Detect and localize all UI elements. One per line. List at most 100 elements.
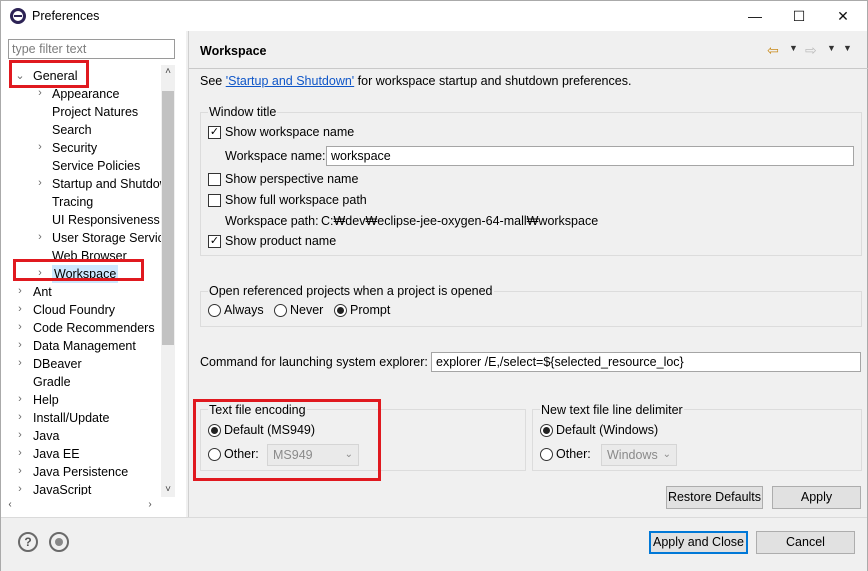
workspace-name-label: Workspace name: xyxy=(225,149,326,163)
tree-item[interactable]: Java Persistence xyxy=(33,463,128,481)
see-text: See 'Startup and Shutdown' for workspace… xyxy=(200,74,631,88)
tree-item[interactable]: Data Management xyxy=(33,337,136,355)
workspace-page: Workspace ⇦ ▼ ⇨ ▼ ▼ See 'Startup and Shu… xyxy=(188,31,868,517)
prompt-radio[interactable] xyxy=(334,304,347,317)
tree-item[interactable]: Startup and Shutdown xyxy=(52,175,161,193)
tree-item[interactable]: Search xyxy=(52,121,92,139)
forward-icon[interactable]: ⇨ xyxy=(805,42,817,59)
restore-defaults-button[interactable]: Restore Defaults xyxy=(666,486,763,509)
back-menu-icon[interactable]: ▼ xyxy=(789,43,798,53)
chevron-right-icon[interactable]: › xyxy=(34,87,46,99)
tree-horizontal-scrollbar[interactable]: ‹ › xyxy=(1,497,161,513)
window-title-group-label: Window title xyxy=(208,105,278,119)
highlight-workspace xyxy=(13,259,144,281)
startup-shutdown-link[interactable]: 'Startup and Shutdown' xyxy=(226,74,354,88)
title-bar: Preferences — ☐ ✕ xyxy=(1,1,867,31)
help-icon[interactable]: ? xyxy=(18,532,38,552)
command-input[interactable]: explorer /E,/select=${selected_resource_… xyxy=(431,352,861,372)
view-menu-icon[interactable]: ▼ xyxy=(843,43,852,53)
tree-item[interactable]: JavaScript xyxy=(33,481,91,495)
scroll-right-icon[interactable]: › xyxy=(143,498,157,512)
tree-item[interactable]: Service Policies xyxy=(52,157,140,175)
line-delimiter-group xyxy=(532,409,862,471)
chevron-right-icon[interactable]: › xyxy=(14,411,26,423)
show-product-name-label: Show product name xyxy=(225,234,337,248)
tree-item[interactable]: UI Responsiveness Monitoring xyxy=(52,211,161,229)
show-workspace-name-label: Show workspace name xyxy=(225,125,355,139)
cancel-button[interactable]: Cancel xyxy=(756,531,855,554)
line-delimiter-label: New text file line delimiter xyxy=(540,403,684,417)
chevron-right-icon[interactable]: › xyxy=(14,285,26,297)
page-title: Workspace xyxy=(200,44,267,58)
eclipse-icon xyxy=(10,8,26,24)
tree-item[interactable]: Install/Update xyxy=(33,409,109,427)
tree-item[interactable]: Code Recommenders xyxy=(33,319,155,337)
tree-item[interactable]: Ant xyxy=(33,283,52,301)
chevron-right-icon[interactable]: › xyxy=(34,177,46,189)
tree-item[interactable]: Security xyxy=(52,139,97,157)
maximize-button[interactable]: ☐ xyxy=(777,1,821,31)
delimiter-default-radio[interactable] xyxy=(540,424,553,437)
chevron-right-icon[interactable]: › xyxy=(14,321,26,333)
back-icon[interactable]: ⇦ xyxy=(767,42,779,59)
scroll-thumb[interactable] xyxy=(162,91,174,345)
tree-item[interactable]: User Storage Service xyxy=(52,229,161,247)
workspace-path-value: C:₩dev₩eclipse-jee-oxygen-64-mall₩worksp… xyxy=(321,214,599,228)
chevron-right-icon[interactable]: › xyxy=(34,141,46,153)
scroll-up-icon[interactable]: ˄ xyxy=(161,65,175,79)
chevron-right-icon[interactable]: › xyxy=(14,357,26,369)
chevron-right-icon[interactable]: › xyxy=(14,303,26,315)
tree-item[interactable]: Java xyxy=(33,427,59,445)
open-referenced-label: Open referenced projects when a project … xyxy=(208,284,494,298)
chevron-right-icon[interactable]: › xyxy=(34,231,46,243)
delimiter-default-label: Default (Windows) xyxy=(556,423,659,437)
delimiter-other-label: Other: xyxy=(556,447,591,461)
chevron-right-icon[interactable]: › xyxy=(14,393,26,405)
record-macro-icon[interactable] xyxy=(49,532,69,552)
tree-item[interactable]: Project Natures xyxy=(52,103,138,121)
tree-item[interactable]: Java EE xyxy=(33,445,80,463)
close-button[interactable]: ✕ xyxy=(821,1,865,31)
tree-item[interactable]: Tracing xyxy=(52,193,93,211)
chevron-right-icon[interactable]: › xyxy=(14,465,26,477)
apply-button[interactable]: Apply xyxy=(772,486,861,509)
never-radio[interactable] xyxy=(274,304,287,317)
delimiter-other-radio[interactable] xyxy=(540,448,553,461)
tree-item[interactable]: Gradle xyxy=(33,373,71,391)
tree-item[interactable]: DBeaver xyxy=(33,355,82,373)
delimiter-combo[interactable]: Windows ⌄ xyxy=(601,444,677,466)
tree-item[interactable]: Help xyxy=(33,391,59,409)
show-product-name-checkbox[interactable]: ✓ xyxy=(208,235,221,248)
header-separator xyxy=(189,68,868,69)
never-label: Never xyxy=(290,303,324,317)
show-full-path-label: Show full workspace path xyxy=(225,193,367,207)
workspace-path-label: Workspace path: xyxy=(225,214,319,228)
apply-and-close-button[interactable]: Apply and Close xyxy=(649,531,748,554)
show-full-path-checkbox[interactable] xyxy=(208,194,221,207)
scroll-down-icon[interactable]: ˅ xyxy=(161,483,175,497)
tree-vertical-scrollbar[interactable]: ˄ ˅ xyxy=(161,65,175,497)
workspace-name-input[interactable]: workspace xyxy=(326,146,854,166)
show-perspective-name-checkbox[interactable] xyxy=(208,173,221,186)
chevron-right-icon[interactable]: › xyxy=(14,429,26,441)
highlight-general xyxy=(9,60,89,88)
chevron-right-icon[interactable]: › xyxy=(14,483,26,495)
show-workspace-name-checkbox[interactable]: ✓ xyxy=(208,126,221,139)
highlight-encoding xyxy=(193,399,381,481)
minimize-button[interactable]: — xyxy=(733,1,777,31)
delimiter-combo-value: Windows xyxy=(607,448,658,462)
window-title: Preferences xyxy=(32,9,100,23)
dialog-footer: ? Apply and Close Cancel xyxy=(1,517,867,571)
scroll-left-icon[interactable]: ‹ xyxy=(3,498,17,512)
preferences-window: Preferences — ☐ ✕ type filter text ⌄ Gene… xyxy=(0,0,868,571)
forward-menu-icon[interactable]: ▼ xyxy=(827,43,836,53)
see-suffix: for workspace startup and shutdown prefe… xyxy=(354,74,632,88)
chevron-right-icon[interactable]: › xyxy=(14,339,26,351)
filter-input[interactable]: type filter text xyxy=(8,39,175,59)
prompt-label: Prompt xyxy=(350,303,391,317)
tree-item[interactable]: Cloud Foundry xyxy=(33,301,115,319)
show-perspective-name-label: Show perspective name xyxy=(225,172,359,186)
chevron-right-icon[interactable]: › xyxy=(14,447,26,459)
command-label: Command for launching system explorer: xyxy=(200,355,428,369)
always-radio[interactable] xyxy=(208,304,221,317)
